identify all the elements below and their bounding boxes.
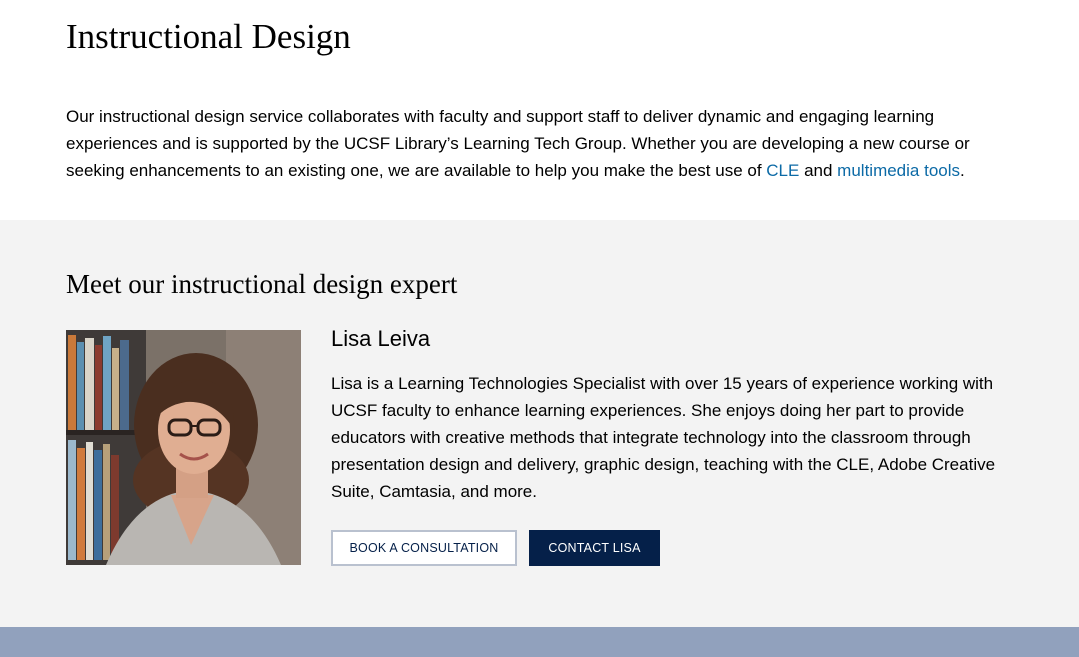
expert-section: Meet our instructional design expert Lis… bbox=[0, 220, 1079, 627]
intro-paragraph: Our instructional design service collabo… bbox=[66, 103, 1026, 184]
intro-text-middle: and bbox=[799, 161, 838, 180]
cle-link[interactable]: CLE bbox=[766, 161, 799, 180]
footer-band bbox=[0, 627, 1079, 657]
contact-lisa-button[interactable]: CONTACT LISA bbox=[529, 530, 660, 566]
expert-section-title: Meet our instructional design expert bbox=[66, 269, 458, 299]
page: Instructional Design Our instructional d… bbox=[0, 0, 1079, 657]
expert-bio: Lisa is a Learning Technologies Speciali… bbox=[331, 374, 996, 501]
book-consultation-button[interactable]: BOOK A CONSULTATION bbox=[331, 530, 517, 566]
expert-name: Lisa Leiva bbox=[331, 326, 431, 351]
page-title: Instructional Design bbox=[66, 17, 351, 56]
expert-photo bbox=[66, 330, 301, 565]
intro-section: Instructional Design Our instructional d… bbox=[0, 0, 1079, 220]
multimedia-tools-link[interactable]: multimedia tools bbox=[837, 161, 960, 180]
portrait-image bbox=[66, 330, 301, 565]
intro-text-after: . bbox=[960, 161, 965, 180]
